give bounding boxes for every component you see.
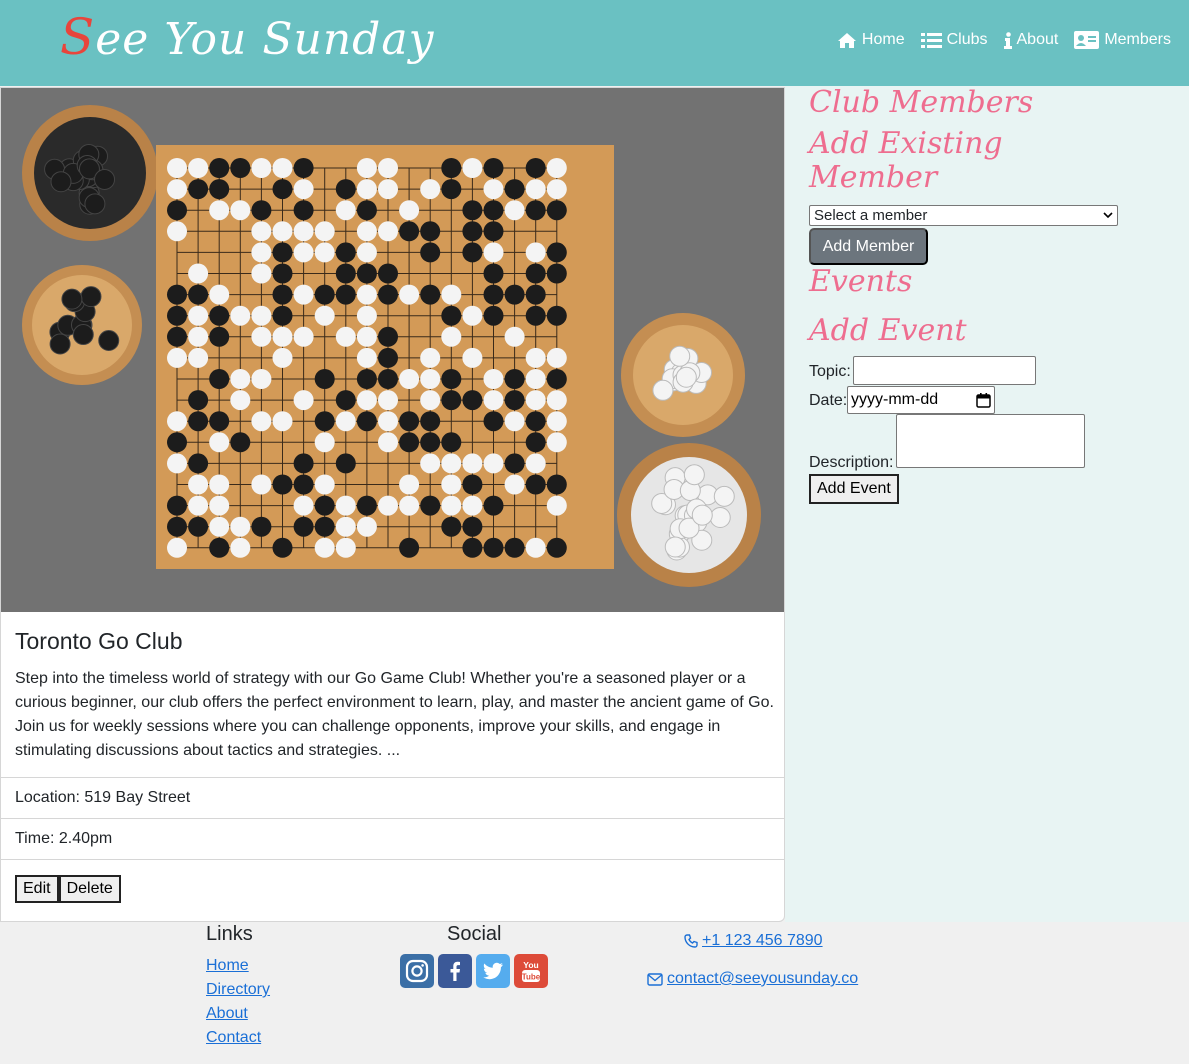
phone-link[interactable]: +1 123 456 7890 <box>684 932 823 950</box>
chevron-down-icon <box>1103 212 1113 219</box>
date-label: Date: <box>809 392 848 409</box>
twitter-link[interactable] <box>476 954 510 988</box>
club-sidebar: Club Members Add Existing Member Select … <box>785 86 1189 922</box>
nav-about-label: About <box>1016 31 1059 48</box>
calendar-icon <box>976 392 991 408</box>
member-select-value: Select a member <box>814 207 928 224</box>
date-input[interactable]: yyyy-mm-dd <box>847 386 995 414</box>
date-placeholder: yyyy-mm-dd <box>851 391 939 408</box>
topic-input[interactable] <box>853 356 1036 385</box>
add-existing-heading-line1: Add Existing <box>809 126 1003 161</box>
list-icon <box>920 32 942 48</box>
club-title: Toronto Go Club <box>15 628 183 654</box>
youtube-icon: You Tube <box>522 960 541 982</box>
description-textarea[interactable] <box>896 414 1085 468</box>
footer-link-home[interactable]: Home <box>206 957 249 975</box>
info-icon <box>1003 31 1012 49</box>
add-existing-heading-line2: Member <box>809 160 938 195</box>
nav-members[interactable]: Members <box>1074 31 1171 49</box>
description-label: Description: <box>809 454 894 471</box>
youtube-link[interactable]: You Tube <box>514 954 548 988</box>
card-actions: Edit Delete <box>15 875 121 903</box>
site-logo[interactable]: See You Sunday <box>60 8 434 66</box>
email-text: contact@seeyousunday.co <box>667 970 859 987</box>
email-link[interactable]: contact@seeyousunday.co <box>647 970 858 988</box>
twitter-icon <box>483 962 503 980</box>
delete-button[interactable]: Delete <box>58 875 121 903</box>
instagram-link[interactable] <box>400 954 434 988</box>
go-board-photo <box>1 88 784 612</box>
phone-text: +1 123 456 7890 <box>702 932 823 949</box>
envelope-icon <box>647 972 663 986</box>
nav-home[interactable]: Home <box>837 31 905 49</box>
club-members-heading: Club Members <box>809 85 1034 120</box>
svg-text:You: You <box>523 960 538 970</box>
footer-link-directory[interactable]: Directory <box>206 981 270 999</box>
logo-text: ee You Sunday <box>95 14 435 65</box>
footer-social-heading: Social <box>447 923 502 945</box>
club-card: Toronto Go Club Step into the timeless w… <box>0 87 785 922</box>
topic-label: Topic: <box>809 363 851 380</box>
home-icon <box>837 32 856 48</box>
phone-icon <box>684 934 698 948</box>
member-select[interactable]: Select a member <box>809 205 1118 226</box>
logo-initial: S <box>60 8 96 66</box>
club-description: Step into the timeless world of strategy… <box>15 670 774 759</box>
svg-text:Tube: Tube <box>522 973 541 982</box>
add-member-button[interactable]: Add Member <box>809 228 928 265</box>
nav-members-label: Members <box>1104 31 1171 48</box>
footer-links-heading: Links <box>206 923 253 945</box>
footer-link-contact[interactable]: Contact <box>206 1029 261 1047</box>
instagram-icon <box>405 959 429 983</box>
footer-link-about[interactable]: About <box>206 1005 248 1023</box>
main-nav: Home Clubs About Members <box>837 31 1171 49</box>
site-header: See You Sunday Home Clubs About Members <box>0 0 1189 86</box>
card-body: Toronto Go Club Step into the timeless w… <box>15 628 775 763</box>
edit-button[interactable]: Edit <box>15 875 59 903</box>
club-location: Location: 519 Bay Street <box>1 777 784 818</box>
id-card-icon <box>1074 31 1100 49</box>
facebook-icon <box>450 961 460 981</box>
events-heading: Events <box>809 264 913 299</box>
nav-clubs-label: Clubs <box>946 31 988 48</box>
add-event-heading: Add Event <box>809 313 967 348</box>
nav-about[interactable]: About <box>1003 31 1059 49</box>
club-time: Time: 2.40pm <box>1 818 784 859</box>
nav-home-label: Home <box>861 31 905 48</box>
facebook-link[interactable] <box>438 954 472 988</box>
add-event-button[interactable]: Add Event <box>809 474 899 504</box>
club-image <box>1 88 784 612</box>
nav-clubs[interactable]: Clubs <box>920 31 988 49</box>
